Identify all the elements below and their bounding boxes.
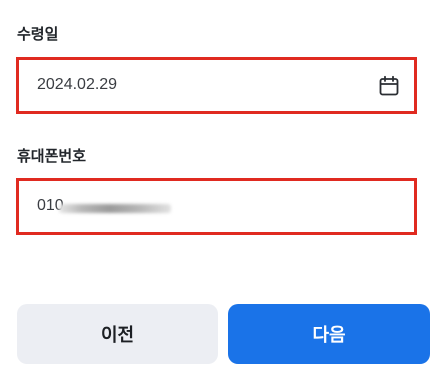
receipt-date-field[interactable]: 2024.02.29 (16, 57, 417, 114)
receipt-date-label: 수령일 (17, 25, 59, 43)
phone-label: 휴대폰번호 (17, 147, 87, 165)
receipt-date-value: 2024.02.29 (37, 76, 118, 93)
next-button[interactable]: 다음 (228, 304, 430, 364)
calendar-icon[interactable] (378, 75, 400, 97)
phone-field[interactable]: 010 (16, 178, 417, 235)
prev-button[interactable]: 이전 (17, 304, 218, 364)
masked-phone-digits (59, 204, 171, 213)
